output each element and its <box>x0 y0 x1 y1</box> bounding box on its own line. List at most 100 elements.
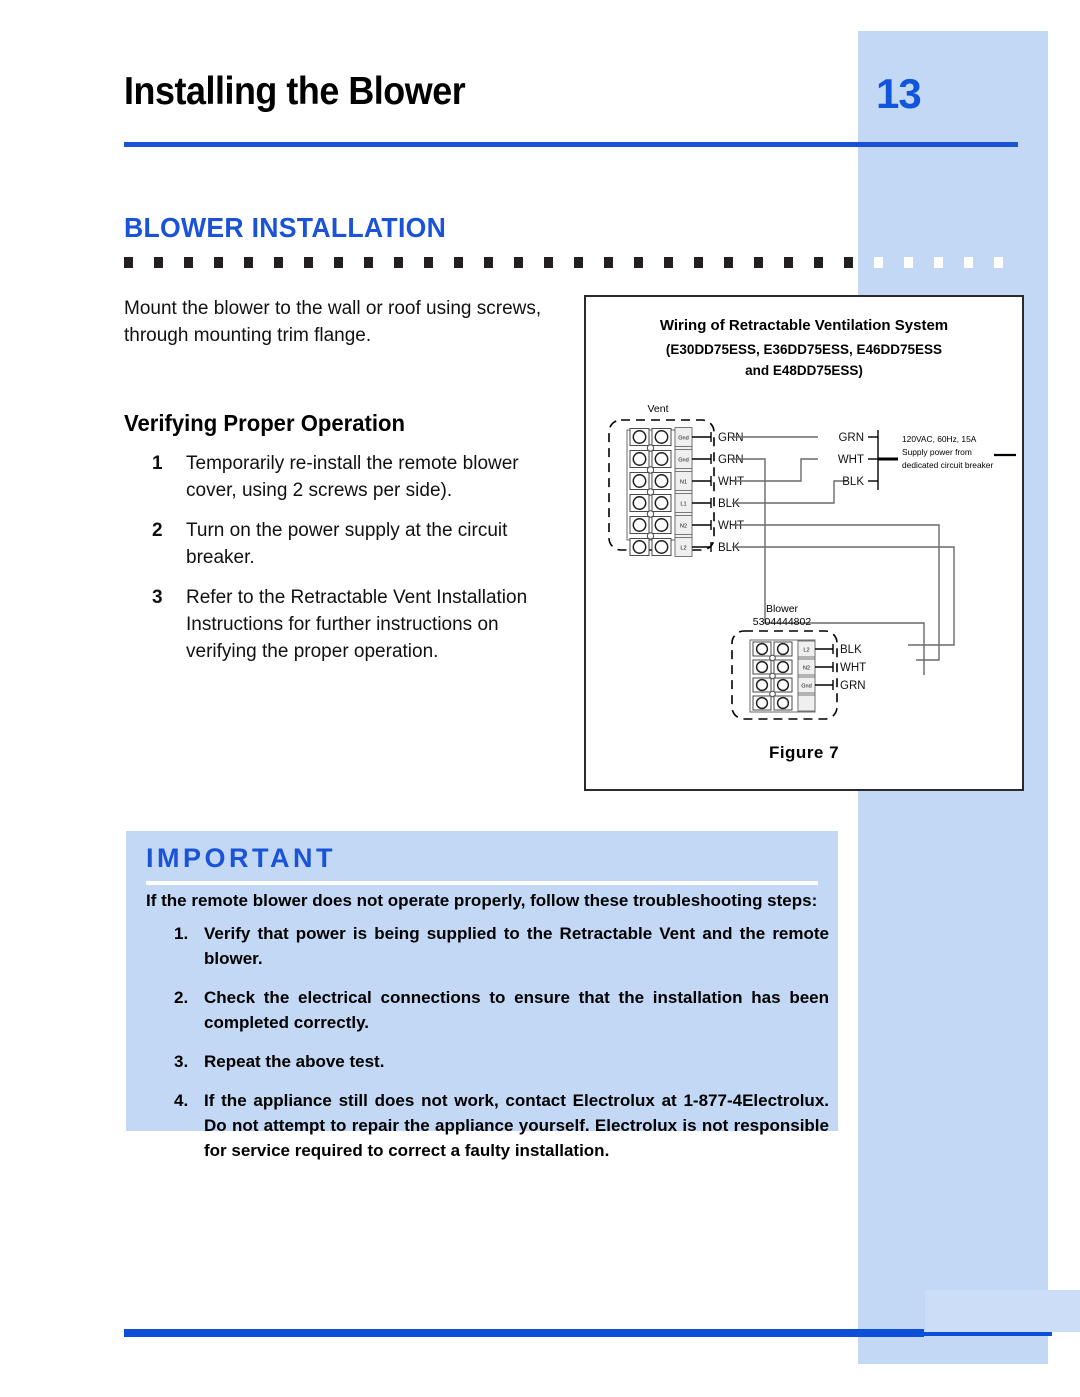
figure-title: Wiring of Retractable Ventilation System <box>659 317 949 334</box>
figure-caption: Figure 7 <box>768 743 840 762</box>
terminal-label: N1 <box>680 480 687 486</box>
important-item-text: Check the electrical connections to ensu… <box>204 988 829 1032</box>
footer-rule-extension <box>900 1332 1052 1336</box>
terminal-screw <box>632 540 647 554</box>
terminal-screw <box>755 696 769 710</box>
important-items-list: 1. Verify that power is being supplied to… <box>174 921 829 1177</box>
important-item: 4. If the appliance still does not work, … <box>174 1088 829 1163</box>
step-item: 3 Refer to the Retractable Vent Installat… <box>152 584 572 665</box>
numbered-steps-list: 1 Temporarily re-install the remote blowe… <box>152 450 572 678</box>
important-lead-text: If the remote blower does not operate pr… <box>146 891 818 910</box>
terminal-screw <box>632 452 647 466</box>
important-item-number: 3. <box>174 1052 189 1071</box>
terminal-screw <box>632 430 647 444</box>
terminal-screw <box>654 474 669 488</box>
divider-dot <box>304 257 313 268</box>
supply-wire-label: GRN <box>838 432 864 444</box>
divider-dot <box>964 257 973 268</box>
page-number: 13 <box>876 70 922 117</box>
step-number: 1 <box>152 453 163 474</box>
figure-subtitle: (E30DD75ESS, E36DD75ESS, E46DD75ESS and E… <box>586 339 1022 381</box>
terminal-screw <box>755 678 769 692</box>
important-item-text: Repeat the above test. <box>204 1052 385 1071</box>
vent-label: Vent <box>647 403 668 415</box>
divider-dot <box>334 257 343 268</box>
divider-dot <box>184 257 193 268</box>
divider-dot <box>274 257 283 268</box>
divider-dot <box>544 257 553 268</box>
wire-label: BLK <box>718 542 740 554</box>
page-title: Installing the Blower <box>124 70 466 113</box>
sub-heading-verifying-proper-operation: Verifying Proper Operation <box>124 410 405 436</box>
figure-subtitle-line: (E30DD75ESS, E36DD75ESS, E46DD75ESS <box>665 342 943 357</box>
supply-wire-label: BLK <box>842 476 864 488</box>
terminal-screw <box>776 678 790 692</box>
wiring-diagram: Vent Gnd Gnd N1 L1 N2 L2 GRN GRN WHT BLK WHT BLK G… <box>608 403 1016 720</box>
divider-dot <box>214 257 223 268</box>
blower-part-number: 5304444802 <box>753 616 812 628</box>
terminal-label: Gnd <box>801 683 812 689</box>
divider-dot <box>694 257 703 268</box>
terminal-label: L2 <box>803 647 809 653</box>
blower-label: Blower <box>766 603 799 615</box>
divider-dot <box>484 257 493 268</box>
terminal-label: L1 <box>680 502 686 508</box>
supply-note-line-1: 120VAC, 60Hz, 15A <box>902 434 977 444</box>
divider-dot <box>364 257 373 268</box>
terminal-screw <box>776 642 790 656</box>
important-item-number: 2. <box>174 988 189 1007</box>
terminal-screw <box>632 496 647 510</box>
header-divider-rule <box>124 142 1018 147</box>
divider-dot <box>844 257 853 268</box>
divider-dot <box>634 257 643 268</box>
terminal-label: N2 <box>803 665 810 671</box>
section-heading: BLOWER INSTALLATION <box>124 212 447 243</box>
dotted-divider-rule <box>124 257 1018 268</box>
divider-dot <box>724 257 733 268</box>
terminal-screw <box>776 696 790 710</box>
divider-dot <box>874 257 883 268</box>
footer-rule <box>124 1329 924 1337</box>
step-text: Refer to the Retractable Vent Installati… <box>186 587 528 662</box>
important-item: 3. Repeat the above test. <box>174 1049 829 1074</box>
divider-dot <box>904 257 913 268</box>
important-item-number: 1. <box>174 924 189 943</box>
divider-dot <box>994 257 1003 268</box>
terminal-screw <box>654 430 669 444</box>
important-item-number: 4. <box>174 1091 189 1110</box>
terminal-label: Gnd <box>678 436 689 442</box>
step-item: 1 Temporarily re-install the remote blowe… <box>152 450 572 504</box>
terminal-label: L2 <box>680 546 686 552</box>
step-text: Turn on the power supply at the circuit … <box>186 520 508 568</box>
step-text: Temporarily re-install the remote blower… <box>186 453 519 501</box>
divider-dot <box>244 257 253 268</box>
terminal-screw <box>654 496 669 510</box>
important-item-text: If the appliance still does not work, co… <box>204 1091 829 1160</box>
supply-wire-label: WHT <box>838 454 864 466</box>
important-item: 1. Verify that power is being supplied to… <box>174 921 829 971</box>
divider-dot <box>394 257 403 268</box>
wire-label: GRN <box>718 454 744 466</box>
important-panel: IMPORTANT If the remote blower does not … <box>126 831 838 1160</box>
wire-label: GRN <box>718 432 744 444</box>
wire-label: BLK <box>840 644 862 656</box>
page-side-strip-footer-block <box>925 1290 1080 1332</box>
wire-label: GRN <box>840 680 866 692</box>
divider-dot <box>574 257 583 268</box>
terminal-screw <box>654 452 669 466</box>
important-divider <box>146 881 818 885</box>
supply-note-line-2: Supply power from <box>902 447 972 457</box>
terminal-screw <box>755 660 769 674</box>
terminal-screw <box>654 518 669 532</box>
terminal-label: Gnd <box>678 458 689 464</box>
terminal-screw <box>654 540 669 554</box>
wire-label: WHT <box>718 520 744 532</box>
divider-dot <box>754 257 763 268</box>
important-title: IMPORTANT <box>146 843 336 873</box>
divider-dot <box>154 257 163 268</box>
intro-paragraph: Mount the blower to the wall or roof usi… <box>124 298 542 346</box>
important-item-text: Verify that power is being supplied to t… <box>204 924 829 968</box>
divider-dot <box>124 257 133 268</box>
wire-label: WHT <box>840 662 866 674</box>
divider-dot <box>664 257 673 268</box>
